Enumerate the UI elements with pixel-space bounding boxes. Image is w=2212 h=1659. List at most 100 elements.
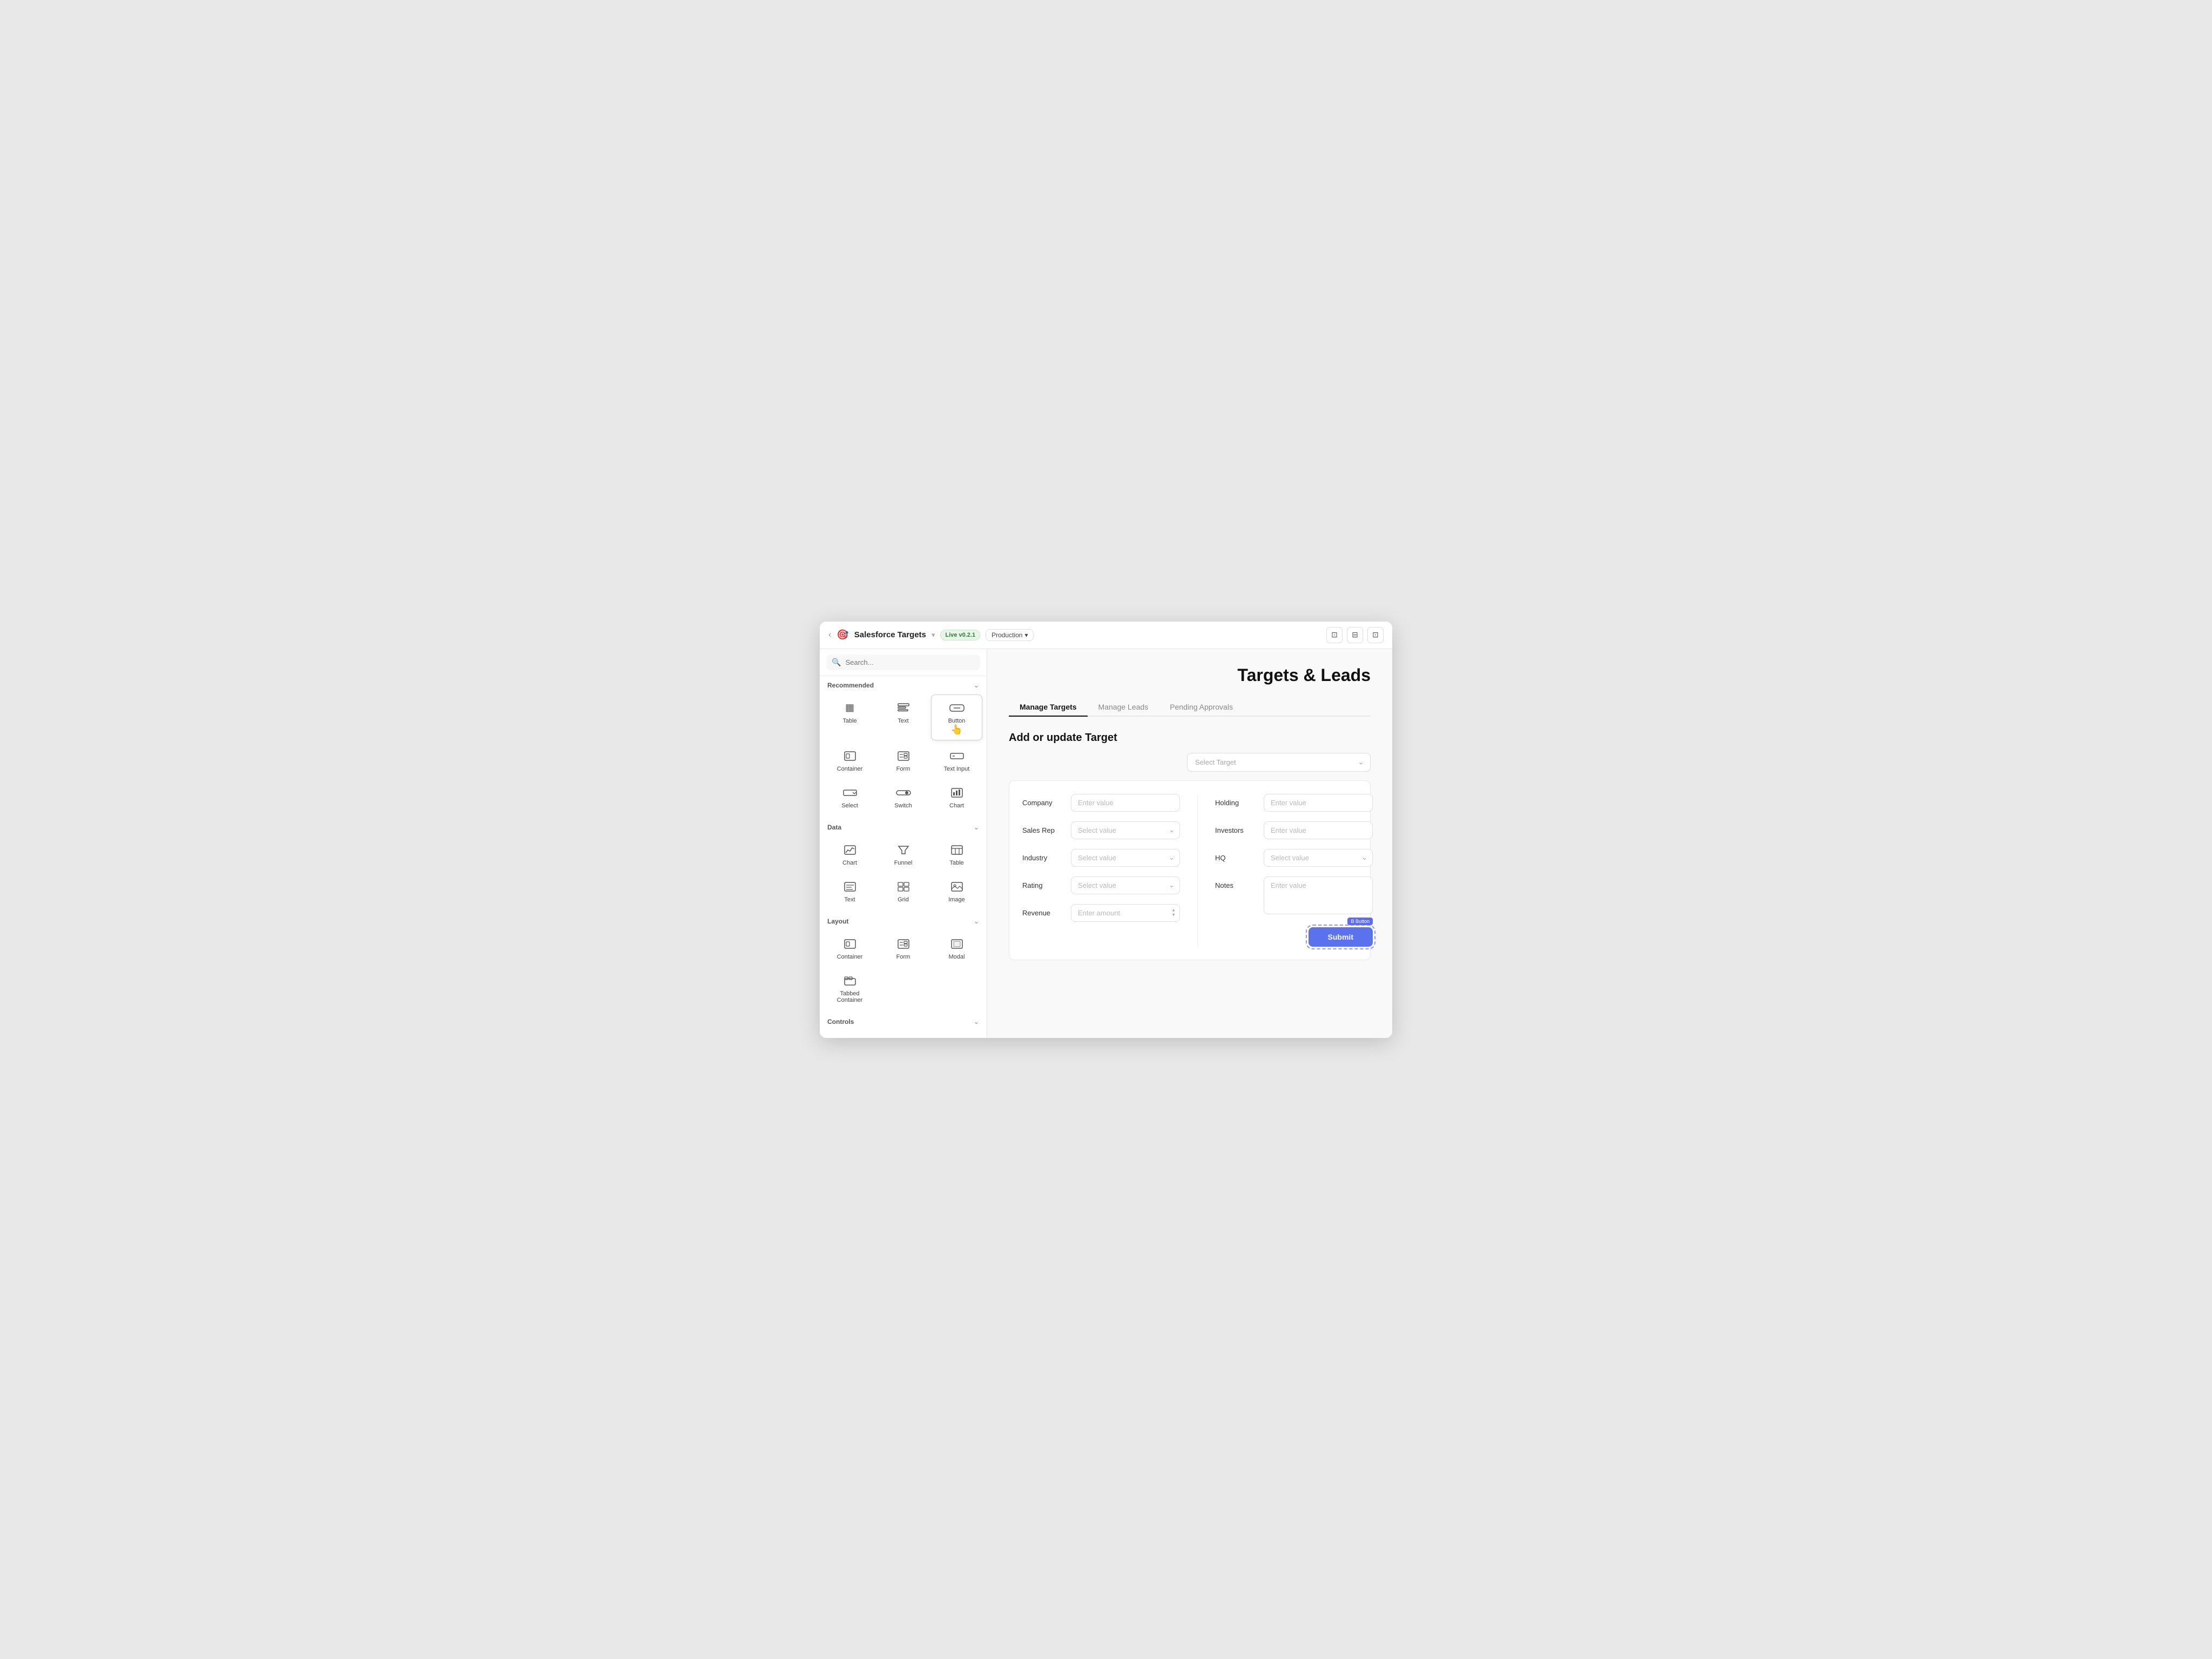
text-icon	[893, 700, 914, 716]
target-select-wrapper: Select Target	[1187, 753, 1371, 772]
sales-rep-select[interactable]: Select value	[1071, 821, 1180, 839]
tab-pending-approvals[interactable]: Pending Approvals	[1159, 698, 1244, 717]
cursor-icon: 👆	[950, 724, 962, 736]
recommended-section-header[interactable]: Recommended ⌄	[820, 676, 987, 692]
component-data-table[interactable]: Table	[931, 837, 982, 871]
layout-chevron-icon: ⌄	[974, 918, 979, 925]
back-button[interactable]: ‹	[828, 630, 831, 640]
sidebar: 🔍 Recommended ⌄ ▦ Table	[820, 649, 987, 1038]
search-input[interactable]	[845, 658, 975, 666]
hq-select[interactable]: Select value	[1264, 849, 1373, 867]
data-table-icon	[947, 842, 967, 858]
ctrl2-icon	[893, 1037, 914, 1038]
environment-selector[interactable]: Production ▾	[986, 629, 1034, 641]
component-ctrl1[interactable]	[824, 1031, 875, 1038]
component-form[interactable]: Form	[878, 743, 929, 777]
component-text-input[interactable]: Text Input	[931, 743, 982, 777]
target-select[interactable]: Select Target	[1187, 753, 1371, 772]
component-ctrl2[interactable]	[878, 1031, 929, 1038]
revenue-up-arrow[interactable]: ▲	[1171, 908, 1176, 913]
component-data-text-label: Text	[844, 896, 855, 903]
main-layout: 🔍 Recommended ⌄ ▦ Table	[820, 649, 1392, 1038]
component-select[interactable]: Select	[824, 779, 875, 814]
form-row-holding: Holding	[1215, 794, 1373, 812]
chart-icon	[947, 785, 967, 800]
component-text-label: Text	[898, 718, 908, 724]
component-modal[interactable]: Modal	[931, 930, 982, 965]
rating-label: Rating	[1022, 876, 1071, 889]
form-row-hq: HQ Select value	[1215, 849, 1373, 867]
tab-manage-targets[interactable]: Manage Targets	[1009, 698, 1088, 717]
grid-icon	[893, 879, 914, 894]
modal-icon	[947, 936, 967, 952]
component-button[interactable]: Button 👆	[931, 694, 982, 740]
ctrl-btn-2[interactable]: ⊟	[1347, 627, 1363, 643]
sidebar-section-controls: Controls ⌄	[820, 1013, 987, 1038]
component-text[interactable]: Text	[878, 694, 929, 740]
holding-input[interactable]	[1264, 794, 1373, 812]
recommended-label: Recommended	[827, 682, 874, 689]
form-row-revenue: Revenue ▲ ▼	[1022, 904, 1180, 922]
submit-button[interactable]: Submit	[1309, 927, 1373, 947]
sidebar-search-area: 🔍	[820, 649, 987, 676]
component-select-label: Select	[841, 802, 858, 809]
env-chevron-icon: ▾	[1024, 631, 1028, 639]
controls-label: Controls	[827, 1018, 854, 1026]
title-bar: ‹ 🎯 Salesforce Targets ▾ Live v0.2.1 Pro…	[820, 622, 1392, 649]
component-chart-recommended-label: Chart	[949, 802, 964, 809]
component-switch-label: Switch	[894, 802, 912, 809]
component-chart[interactable]: Chart	[931, 779, 982, 814]
industry-label: Industry	[1022, 849, 1071, 862]
component-funnel-label: Funnel	[894, 860, 913, 866]
form-row-industry: Industry Select value	[1022, 849, 1180, 867]
company-input[interactable]	[1071, 794, 1180, 812]
app-title: Salesforce Targets	[854, 630, 926, 639]
version-badge: Live v0.2.1	[940, 630, 980, 640]
sidebar-section-layout: Layout ⌄ Container Form	[820, 912, 987, 1013]
component-grid[interactable]: Grid	[878, 873, 929, 908]
component-tabbed-container[interactable]: Tabbed Container	[824, 967, 875, 1008]
investors-input[interactable]	[1264, 821, 1373, 839]
rating-select[interactable]: Select value	[1071, 876, 1180, 894]
component-funnel[interactable]: Funnel	[878, 837, 929, 871]
form-row-notes: Notes	[1215, 876, 1373, 914]
form-row-sales-rep: Sales Rep Select value	[1022, 821, 1180, 839]
ctrl-btn-3[interactable]: ⊡	[1367, 627, 1384, 643]
revenue-arrows: ▲ ▼	[1171, 908, 1176, 918]
app-window: ‹ 🎯 Salesforce Targets ▾ Live v0.2.1 Pro…	[820, 622, 1392, 1038]
tab-manage-leads[interactable]: Manage Leads	[1088, 698, 1159, 717]
component-table-label: Table	[842, 718, 857, 724]
ctrl-btn-1[interactable]: ⊡	[1326, 627, 1343, 643]
form-submit-row: B Button Submit	[1215, 927, 1373, 947]
funnel-icon	[893, 842, 914, 858]
target-select-row: Select Target	[1009, 753, 1371, 772]
revenue-label: Revenue	[1022, 904, 1071, 917]
component-container[interactable]: Container	[824, 743, 875, 777]
container-icon	[840, 748, 860, 764]
data-section-header[interactable]: Data ⌄	[820, 818, 987, 834]
component-image[interactable]: Image	[931, 873, 982, 908]
submit-btn-badge: B Button	[1347, 918, 1373, 925]
hq-select-wrapper: Select value	[1264, 849, 1373, 867]
component-switch[interactable]: Switch	[878, 779, 929, 814]
controls-section-header[interactable]: Controls ⌄	[820, 1013, 987, 1029]
component-layout-form[interactable]: Form	[878, 930, 929, 965]
form-right-col: Holding Investors HQ Select value	[1198, 794, 1373, 947]
component-data-table-label: Table	[949, 860, 963, 866]
component-tabbed-container-label: Tabbed Container	[828, 990, 872, 1003]
controls-chevron-icon: ⌄	[974, 1018, 979, 1026]
component-table[interactable]: ▦ Table	[824, 694, 875, 740]
revenue-down-arrow[interactable]: ▼	[1171, 913, 1176, 918]
component-data-chart[interactable]: Chart	[824, 837, 875, 871]
title-dropdown-arrow[interactable]: ▾	[932, 631, 935, 639]
form-grid: Company Sales Rep Select value	[1022, 794, 1357, 947]
notes-label: Notes	[1215, 876, 1264, 889]
switch-icon	[893, 785, 914, 800]
component-layout-container[interactable]: Container	[824, 930, 875, 965]
layout-section-header[interactable]: Layout ⌄	[820, 912, 987, 928]
component-data-text[interactable]: Text	[824, 873, 875, 908]
industry-select[interactable]: Select value	[1071, 849, 1180, 867]
industry-select-wrapper: Select value	[1071, 849, 1180, 867]
notes-textarea[interactable]	[1264, 876, 1373, 914]
revenue-input[interactable]	[1071, 904, 1180, 922]
